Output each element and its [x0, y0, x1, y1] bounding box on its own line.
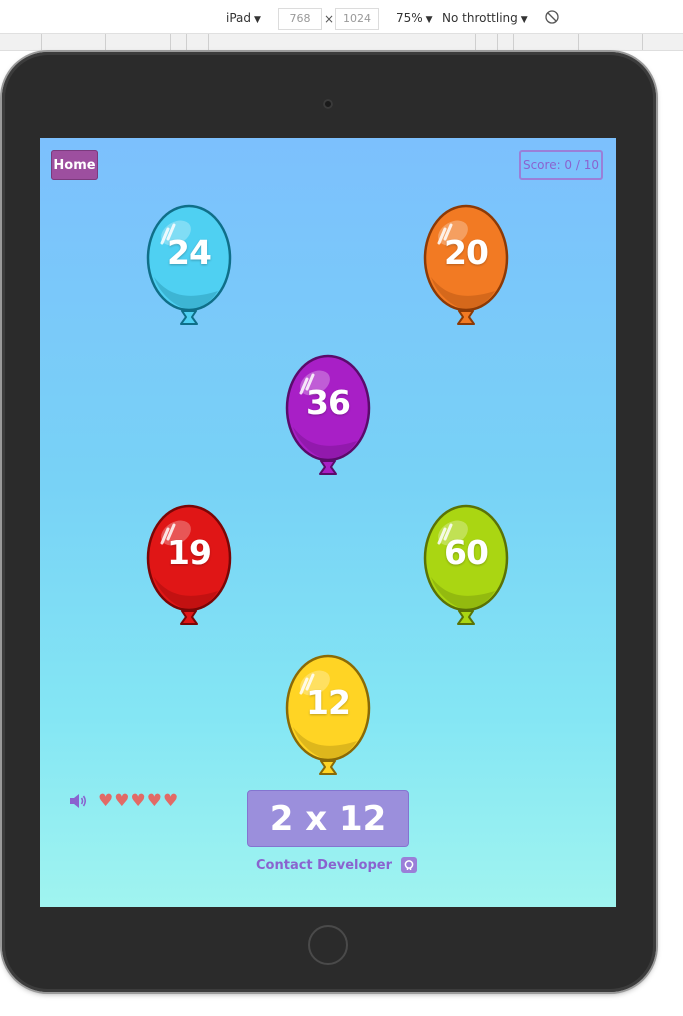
rotate-icon[interactable] — [545, 10, 559, 27]
balloon-number: 36 — [306, 383, 351, 422]
device-select[interactable]: iPad ▼ — [226, 11, 261, 25]
width-input[interactable]: 768 — [278, 8, 322, 30]
balloon-number: 20 — [444, 233, 489, 272]
speaker-icon[interactable] — [68, 793, 88, 809]
ruler — [0, 34, 683, 51]
height-input[interactable]: 1024 — [335, 8, 379, 30]
heart-icon: ♥ — [163, 791, 179, 811]
devtools-toolbar: iPad ▼ 768 × 1024 75% ▼ No throttling ▼ — [0, 0, 683, 34]
heart-icon: ♥ — [146, 791, 162, 811]
balloon-number: 19 — [167, 533, 212, 572]
balloon-number: 12 — [306, 683, 351, 722]
contact-label: Contact Developer — [256, 857, 392, 873]
heart-icon: ♥ — [98, 791, 114, 811]
score-display: Score: 0 / 10 — [519, 150, 603, 180]
zoom-select[interactable]: 75% ▼ — [396, 11, 433, 25]
balloon[interactable]: 24 — [146, 203, 236, 328]
github-icon[interactable] — [400, 857, 417, 873]
zoom-label: 75% — [396, 11, 423, 25]
throttling-label: No throttling — [442, 11, 518, 25]
times-sign: × — [324, 12, 335, 26]
question-box: 2 x 12 — [247, 790, 409, 847]
heart-icon: ♥ — [130, 791, 146, 811]
balloon[interactable]: 20 — [423, 203, 513, 328]
caret-down-icon: ▼ — [254, 15, 261, 25]
balloon[interactable]: 12 — [285, 653, 375, 778]
balloon[interactable]: 60 — [423, 503, 513, 628]
throttling-select[interactable]: No throttling ▼ — [442, 11, 528, 25]
balloon-number: 60 — [444, 533, 489, 572]
caret-down-icon: ▼ — [425, 15, 433, 25]
game-screen: Home Score: 0 / 10 24 20 36 19 60 12 ♥ ♥ ♥… — [40, 138, 616, 907]
device-home-button[interactable] — [308, 925, 348, 965]
contact-developer-link[interactable]: Contact Developer — [256, 856, 417, 874]
heart-icon: ♥ — [114, 791, 130, 811]
home-button[interactable]: Home — [51, 150, 98, 180]
lives-hearts: ♥ ♥ ♥ ♥ ♥ — [98, 791, 178, 811]
balloon-number: 24 — [167, 233, 212, 272]
balloon[interactable]: 19 — [146, 503, 236, 628]
device-label: iPad — [226, 11, 252, 25]
camera-icon — [323, 99, 333, 109]
caret-down-icon: ▼ — [520, 15, 528, 25]
balloon[interactable]: 36 — [285, 353, 375, 478]
